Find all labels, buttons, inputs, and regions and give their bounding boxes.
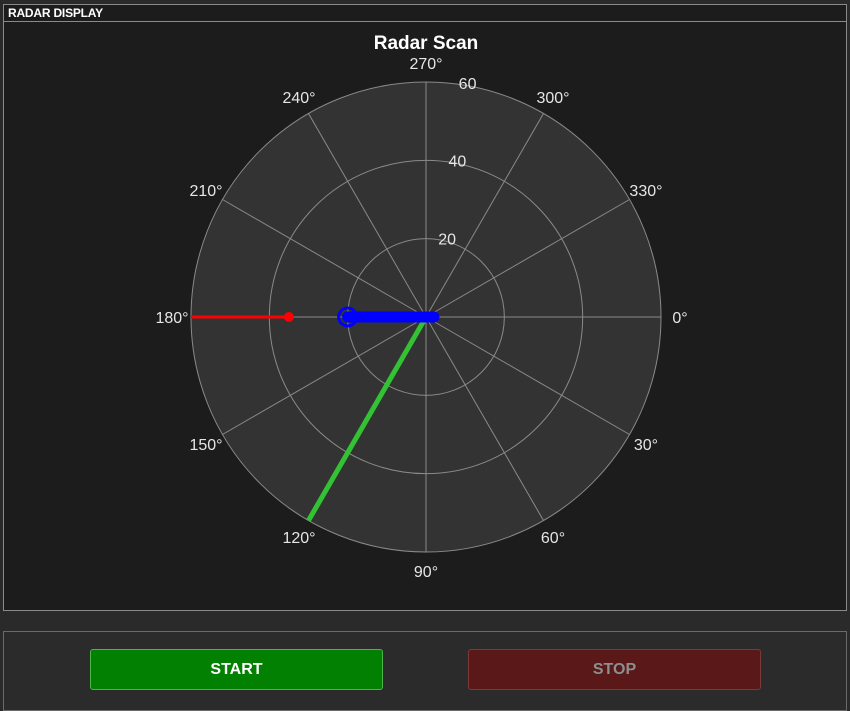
radial-tick-label: 60 <box>459 76 477 93</box>
radial-tick-label: 20 <box>438 231 456 248</box>
stop-button[interactable]: STOP <box>468 649 761 690</box>
angle-tick-label: 150° <box>189 437 222 454</box>
angle-tick-label: 0° <box>672 310 687 327</box>
radial-tick-label: 40 <box>448 154 466 171</box>
control-bar: START STOP <box>3 631 847 711</box>
angle-tick-label: 90° <box>414 564 438 581</box>
angle-tick-label: 30° <box>634 437 658 454</box>
start-button[interactable]: START <box>90 649 383 690</box>
angle-tick-label: 120° <box>282 530 315 547</box>
angle-tick-label: 330° <box>629 183 662 200</box>
angle-tick-label: 180° <box>155 310 188 327</box>
target-point <box>283 312 294 322</box>
angle-tick-label: 210° <box>189 183 222 200</box>
chart-title: Radar Scan <box>374 33 479 54</box>
radar-chart: Radar Scan 0° 30° 60° 90° 120° 150° 180° 210° 24… <box>155 33 687 581</box>
angle-tick-label: 240° <box>282 90 315 107</box>
angle-tick-label: 300° <box>536 90 569 107</box>
angle-tick-label: 270° <box>409 56 442 73</box>
angle-tick-label: 60° <box>541 530 565 547</box>
